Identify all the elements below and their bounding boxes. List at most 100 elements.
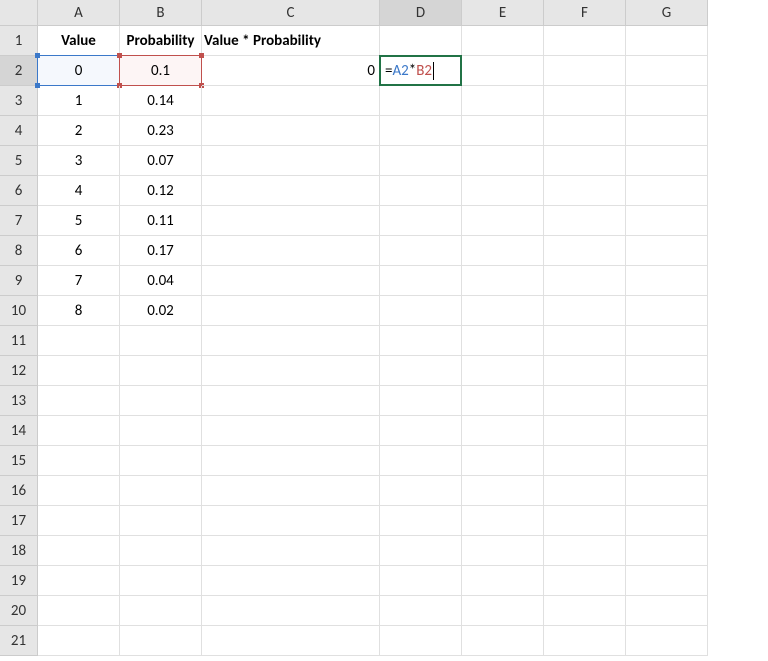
cell-D21[interactable]	[380, 626, 462, 656]
cell-E2[interactable]	[462, 56, 544, 86]
row-header-12[interactable]: 12	[0, 356, 38, 386]
cell-D17[interactable]	[380, 506, 462, 536]
cell-D2[interactable]: =A2*B2	[380, 56, 462, 86]
cell-B2[interactable]: 0.1	[120, 56, 202, 86]
cell-F13[interactable]	[544, 386, 626, 416]
cell-G5[interactable]	[626, 146, 708, 176]
cell-G15[interactable]	[626, 446, 708, 476]
cell-A1[interactable]: Value	[38, 26, 120, 56]
cell-A16[interactable]	[38, 476, 120, 506]
cell-C5[interactable]	[202, 146, 380, 176]
row-header-15[interactable]: 15	[0, 446, 38, 476]
row-header-16[interactable]: 16	[0, 476, 38, 506]
cell-D11[interactable]	[380, 326, 462, 356]
cell-G1[interactable]	[626, 26, 708, 56]
cell-A7[interactable]: 5	[38, 206, 120, 236]
cell-D19[interactable]	[380, 566, 462, 596]
cell-C10[interactable]	[202, 296, 380, 326]
cell-F16[interactable]	[544, 476, 626, 506]
row-header-11[interactable]: 11	[0, 326, 38, 356]
col-header-C[interactable]: C	[202, 0, 380, 26]
row-header-19[interactable]: 19	[0, 566, 38, 596]
cell-B6[interactable]: 0.12	[120, 176, 202, 206]
cell-D4[interactable]	[380, 116, 462, 146]
cell-B21[interactable]	[120, 626, 202, 656]
cell-A6[interactable]: 4	[38, 176, 120, 206]
cell-G8[interactable]	[626, 236, 708, 266]
cell-C19[interactable]	[202, 566, 380, 596]
row-header-9[interactable]: 9	[0, 266, 38, 296]
cell-D20[interactable]	[380, 596, 462, 626]
cell-A17[interactable]	[38, 506, 120, 536]
cell-C8[interactable]	[202, 236, 380, 266]
cell-A14[interactable]	[38, 416, 120, 446]
cell-G3[interactable]	[626, 86, 708, 116]
cell-F12[interactable]	[544, 356, 626, 386]
spreadsheet-grid[interactable]: A B C D E F G 1 Value Probability Value …	[0, 0, 768, 656]
col-header-A[interactable]: A	[38, 0, 120, 26]
cell-C9[interactable]	[202, 266, 380, 296]
cell-B11[interactable]	[120, 326, 202, 356]
cell-D5[interactable]	[380, 146, 462, 176]
cell-C21[interactable]	[202, 626, 380, 656]
cell-D12[interactable]	[380, 356, 462, 386]
row-header-1[interactable]: 1	[0, 26, 38, 56]
row-header-5[interactable]: 5	[0, 146, 38, 176]
cell-B12[interactable]	[120, 356, 202, 386]
cell-E14[interactable]	[462, 416, 544, 446]
cell-B1[interactable]: Probability	[120, 26, 202, 56]
row-header-7[interactable]: 7	[0, 206, 38, 236]
cell-G16[interactable]	[626, 476, 708, 506]
row-header-6[interactable]: 6	[0, 176, 38, 206]
cell-A12[interactable]	[38, 356, 120, 386]
cell-E4[interactable]	[462, 116, 544, 146]
cell-C20[interactable]	[202, 596, 380, 626]
cell-C16[interactable]	[202, 476, 380, 506]
cell-B17[interactable]	[120, 506, 202, 536]
cell-F10[interactable]	[544, 296, 626, 326]
cell-E9[interactable]	[462, 266, 544, 296]
col-header-B[interactable]: B	[120, 0, 202, 26]
cell-F3[interactable]	[544, 86, 626, 116]
cell-G20[interactable]	[626, 596, 708, 626]
cell-E15[interactable]	[462, 446, 544, 476]
cell-A13[interactable]	[38, 386, 120, 416]
select-all-corner[interactable]	[0, 0, 38, 26]
cell-B7[interactable]: 0.11	[120, 206, 202, 236]
cell-D16[interactable]	[380, 476, 462, 506]
cell-D1[interactable]	[380, 26, 462, 56]
cell-C2[interactable]: 0	[202, 56, 380, 86]
cell-E3[interactable]	[462, 86, 544, 116]
cell-E5[interactable]	[462, 146, 544, 176]
cell-F8[interactable]	[544, 236, 626, 266]
cell-E19[interactable]	[462, 566, 544, 596]
cell-A11[interactable]	[38, 326, 120, 356]
cell-G2[interactable]	[626, 56, 708, 86]
cell-F11[interactable]	[544, 326, 626, 356]
cell-E13[interactable]	[462, 386, 544, 416]
cell-E21[interactable]	[462, 626, 544, 656]
cell-G4[interactable]	[626, 116, 708, 146]
cell-E10[interactable]	[462, 296, 544, 326]
cell-D13[interactable]	[380, 386, 462, 416]
cell-D7[interactable]	[380, 206, 462, 236]
cell-E12[interactable]	[462, 356, 544, 386]
cell-E17[interactable]	[462, 506, 544, 536]
cell-B10[interactable]: 0.02	[120, 296, 202, 326]
cell-E20[interactable]	[462, 596, 544, 626]
cell-B4[interactable]: 0.23	[120, 116, 202, 146]
cell-B19[interactable]	[120, 566, 202, 596]
cell-G13[interactable]	[626, 386, 708, 416]
cell-E7[interactable]	[462, 206, 544, 236]
cell-F21[interactable]	[544, 626, 626, 656]
col-header-G[interactable]: G	[626, 0, 708, 26]
cell-F7[interactable]	[544, 206, 626, 236]
row-header-8[interactable]: 8	[0, 236, 38, 266]
cell-F6[interactable]	[544, 176, 626, 206]
cell-B3[interactable]: 0.14	[120, 86, 202, 116]
cell-G9[interactable]	[626, 266, 708, 296]
cell-G17[interactable]	[626, 506, 708, 536]
cell-F18[interactable]	[544, 536, 626, 566]
cell-D18[interactable]	[380, 536, 462, 566]
cell-A2[interactable]: 0	[38, 56, 120, 86]
